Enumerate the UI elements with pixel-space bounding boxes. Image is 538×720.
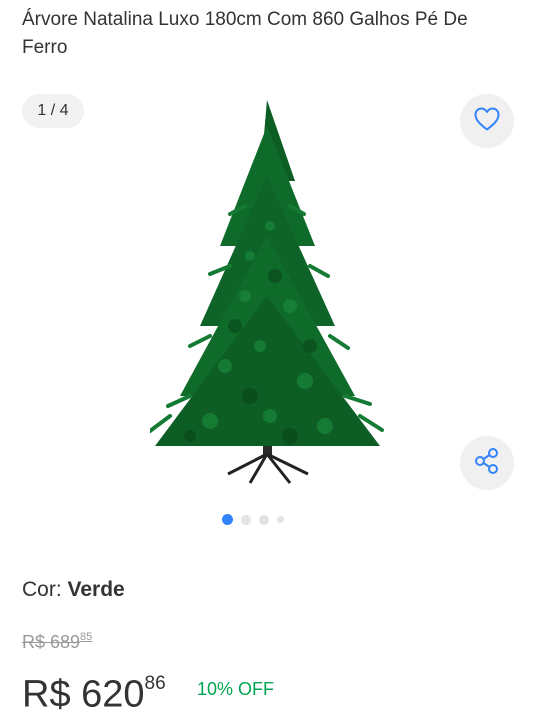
original-price: R$ 68985 — [22, 631, 93, 653]
share-icon — [472, 446, 502, 481]
discount-badge: 10% OFF — [197, 679, 275, 699]
share-button[interactable] — [460, 436, 514, 490]
product-title: Árvore Natalina Luxo 180cm Com 860 Galho… — [22, 9, 468, 58]
gallery-pagination — [222, 514, 284, 525]
original-price-cents: 85 — [80, 631, 93, 643]
variant-value: Verde — [67, 578, 125, 601]
current-price-main: R$ 620 — [22, 673, 145, 716]
pagination-dot[interactable] — [277, 516, 284, 523]
favorite-button[interactable] — [460, 94, 514, 148]
pagination-dot[interactable] — [241, 514, 251, 525]
heart-icon — [473, 106, 501, 137]
original-price-main: R$ 689 — [22, 632, 81, 652]
tree-foliage — [148, 100, 384, 446]
pagination-dot-active[interactable] — [222, 514, 233, 525]
current-price: R$ 62086 — [22, 666, 166, 717]
variant-label: Cor: — [22, 578, 62, 601]
tree-trunk-stand — [227, 441, 309, 484]
gallery-counter: 1 / 4 — [22, 94, 84, 128]
pagination-dot[interactable] — [259, 514, 269, 525]
product-image[interactable] — [148, 96, 385, 491]
current-price-cents: 86 — [144, 673, 166, 694]
variant-color: Cor: Verde — [22, 578, 125, 602]
